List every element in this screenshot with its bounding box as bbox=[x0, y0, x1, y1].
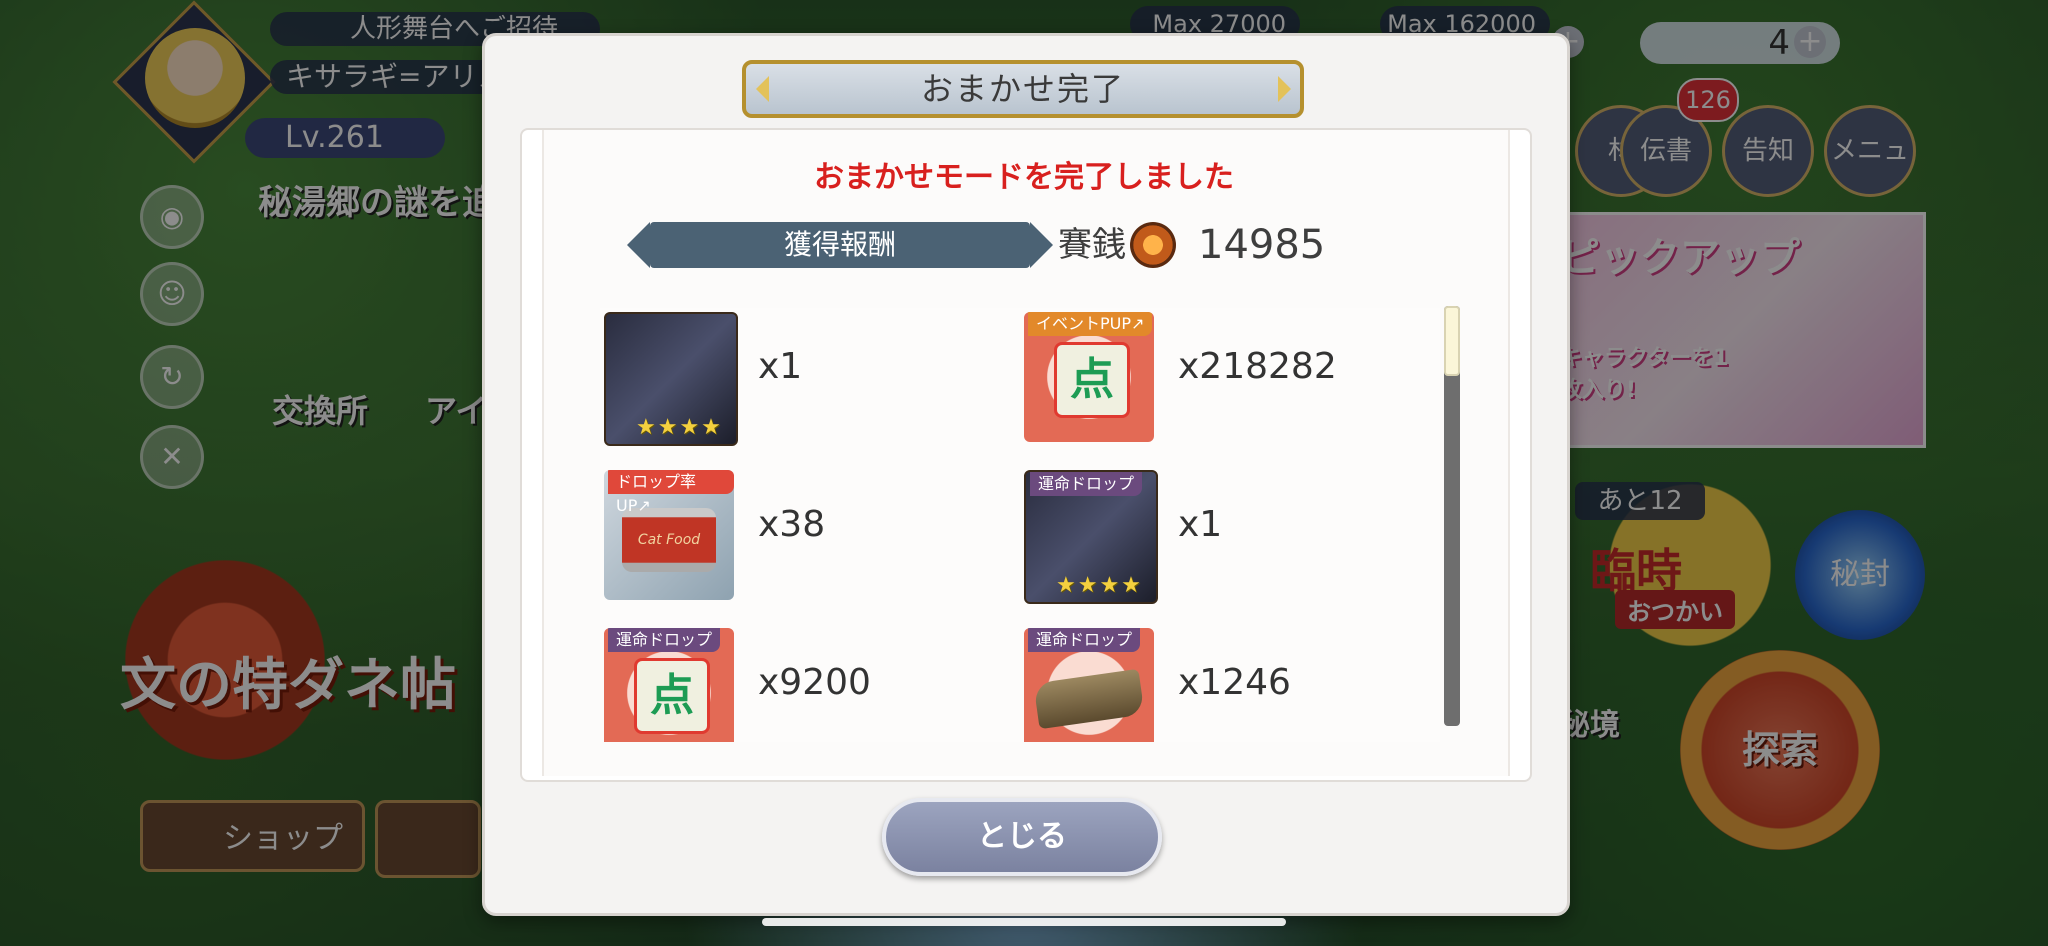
completion-message: おまかせモードを完了しました bbox=[814, 160, 1234, 195]
item-quantity: x9200 bbox=[758, 662, 871, 703]
item-tag: 運命ドロップ bbox=[1028, 628, 1141, 652]
reward-tag-right-icon bbox=[1030, 222, 1053, 268]
reward-tag-left-icon bbox=[627, 222, 650, 268]
item-quantity: x1 bbox=[758, 346, 803, 387]
item-quantity: x38 bbox=[758, 504, 826, 545]
cat-food-can-icon: Cat Food ドロップ率UP↗ bbox=[604, 470, 734, 600]
points-icon: 点 運命ドロップ bbox=[604, 628, 734, 742]
close-button[interactable]: とじる bbox=[882, 798, 1162, 876]
item-tag: イベントPUP↗ bbox=[1028, 312, 1153, 336]
title-right-ornament-icon bbox=[1278, 76, 1291, 102]
item-tag: 運命ドロップ bbox=[1030, 472, 1143, 496]
points-glyph: 点 bbox=[634, 658, 710, 734]
currency-label: 賽銭 bbox=[1058, 225, 1126, 265]
star-rating: ★★★★ bbox=[636, 415, 723, 440]
title-left-ornament-icon bbox=[756, 76, 769, 102]
dialog-title: おまかせ完了 bbox=[742, 60, 1304, 118]
list-item[interactable]: Cat Food ドロップ率UP↗ x38 bbox=[600, 466, 1000, 606]
list-item[interactable]: 運命ドロップ x1246 bbox=[1020, 624, 1420, 742]
list-item[interactable]: ★★★★ x1 bbox=[600, 308, 1000, 448]
reward-label: 獲得報酬 bbox=[650, 222, 1030, 268]
list-item[interactable]: 点 イベントPUP↗ x218282 bbox=[1020, 308, 1420, 448]
points-glyph: 点 bbox=[1054, 342, 1130, 418]
item-quantity: x1 bbox=[1178, 504, 1223, 545]
item-quantity: x1246 bbox=[1178, 662, 1291, 703]
wood-icon: 運命ドロップ bbox=[1024, 628, 1154, 742]
list-item[interactable]: 運命ドロップ ★★★★ x1 bbox=[1020, 466, 1420, 606]
character-card-icon: 運命ドロップ ★★★★ bbox=[1024, 470, 1158, 604]
home-indicator[interactable] bbox=[762, 918, 1286, 926]
reward-list[interactable]: ★★★★ x1 点 イベントPUP↗ x218282 Cat Food ドロップ… bbox=[600, 308, 1440, 742]
item-quantity: x218282 bbox=[1178, 346, 1337, 387]
points-icon: 点 イベントPUP↗ bbox=[1024, 312, 1154, 442]
saisen-coin-icon bbox=[1130, 222, 1176, 268]
list-item[interactable]: 点 運命ドロップ x9200 bbox=[600, 624, 1000, 742]
scrollbar-thumb[interactable] bbox=[1444, 306, 1460, 376]
star-rating: ★★★★ bbox=[1056, 573, 1143, 598]
item-tag: ドロップ率UP↗ bbox=[608, 470, 734, 515]
character-card-icon: ★★★★ bbox=[604, 312, 738, 446]
wood-shape bbox=[1033, 668, 1145, 730]
item-tag: 運命ドロップ bbox=[608, 628, 721, 652]
currency-value: 14985 bbox=[1198, 222, 1326, 268]
